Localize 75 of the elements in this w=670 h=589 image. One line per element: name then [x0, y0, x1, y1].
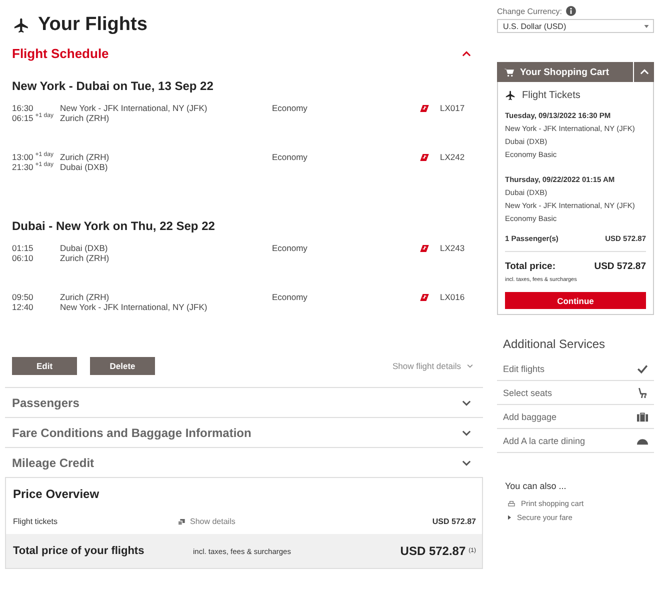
total-price: USD 572.87 [594, 261, 646, 272]
tail-logo-icon [420, 294, 429, 301]
service-link[interactable]: Edit flights [503, 364, 545, 374]
cabin-class: Economy [272, 103, 308, 113]
tail-logo-icon [420, 105, 429, 112]
arrival-airport: Dubai (DXB) [60, 162, 109, 172]
departure-time: 16:30 [12, 103, 34, 113]
arrival-airport: Zurich (ZRH) [60, 253, 110, 263]
item-label: Flight tickets [13, 517, 58, 526]
arrival-time: 12:40 [12, 302, 34, 312]
panel-title: Price Overview [12, 486, 100, 503]
arrival-time: 06:10 [12, 253, 34, 263]
item-price: USD 572.87 [432, 517, 476, 526]
flight-number: LX242 [440, 152, 465, 162]
flight-number: LX243 [440, 243, 465, 253]
cart-title: Your Shopping Cart [520, 66, 610, 78]
check-icon [637, 364, 648, 374]
flight-number: LX017 [440, 103, 465, 113]
arrival-airport: New York - JFK International, NY (JFK) [60, 302, 208, 312]
info-icon[interactable] [566, 6, 576, 16]
action-button[interactable]: Delete [90, 357, 155, 375]
cabin-class: Economy [272, 243, 308, 253]
journey-title: Dubai - New York on Thu, 22 Sep 22 [11, 218, 216, 235]
chevron-down-icon [467, 364, 473, 368]
departure-time: 13:00 $^{+1 day}$ [12, 152, 54, 162]
tail-logo-icon [420, 154, 429, 161]
arrival-airport: Zurich (ZRH) [60, 113, 110, 123]
services-title: Additional Services [502, 336, 606, 353]
section-title[interactable]: Fare Conditions and Baggage Information [12, 426, 252, 440]
departure-airport: Zurich (ZRH) [60, 292, 110, 302]
arrival-time: 06:15 $^{+1 day}$ [12, 113, 54, 123]
action-button[interactable]: Edit [12, 357, 77, 375]
expand-icon[interactable] [462, 400, 471, 406]
departure-airport: Dubai (DXB) [60, 243, 109, 253]
continue-button[interactable]: Continue [505, 292, 646, 309]
service-link[interactable]: Select seats [503, 388, 552, 398]
cabin-class: Economy [272, 152, 308, 162]
flight-number: LX016 [440, 292, 465, 302]
details-link[interactable]: Show details [190, 517, 236, 526]
tail-logo-icon [420, 245, 429, 252]
total-label: Total price: [505, 261, 556, 272]
document-icon [178, 518, 185, 524]
expand-icon[interactable] [462, 430, 471, 436]
currency-dropdown[interactable]: U.S. Dollar (USD) [497, 19, 654, 33]
service-link[interactable]: Add baggage [503, 412, 557, 422]
airplane-icon [13, 16, 30, 34]
airplane-icon [505, 90, 516, 101]
journey-title: New York - Dubai on Tue, 13 Sep 22 [11, 78, 214, 95]
section-title[interactable]: Passengers [12, 396, 80, 410]
footnote-mark: (1) [468, 548, 476, 554]
currency-label: Change Currency: [497, 6, 562, 16]
collapse-icon[interactable] [462, 50, 471, 56]
suitcase-icon [637, 412, 648, 422]
details-link[interactable]: Show flight details [392, 361, 461, 371]
page-title: Your Flights [38, 14, 148, 36]
departure-airport: Zurich (ZRH) [60, 152, 110, 162]
cart-icon [504, 68, 514, 76]
cabin-class: Economy [272, 292, 308, 302]
section-title[interactable]: Flight Schedule [12, 46, 109, 61]
total-price: USD 572.87 [400, 544, 466, 558]
cart-section-title: Flight Tickets [522, 90, 580, 101]
service-link[interactable]: Add A la carte dining [503, 436, 586, 446]
departure-time: 09:50 [12, 292, 34, 302]
departure-airport: New York - JFK International, NY (JFK) [60, 103, 208, 113]
triangle-icon [508, 515, 511, 520]
expand-icon[interactable] [462, 460, 471, 466]
departure-time: 01:15 [12, 243, 34, 253]
chevron-up-icon [640, 69, 648, 75]
also-title: You can also ... [504, 480, 568, 493]
total-label: Total price of your flights [13, 545, 146, 557]
caret-icon [644, 24, 649, 28]
section-title[interactable]: Mileage Credit [12, 456, 94, 470]
seat-icon [637, 388, 648, 398]
printer-icon [508, 500, 515, 506]
arrival-time: 21:30 $^{+1 day}$ [12, 162, 54, 172]
